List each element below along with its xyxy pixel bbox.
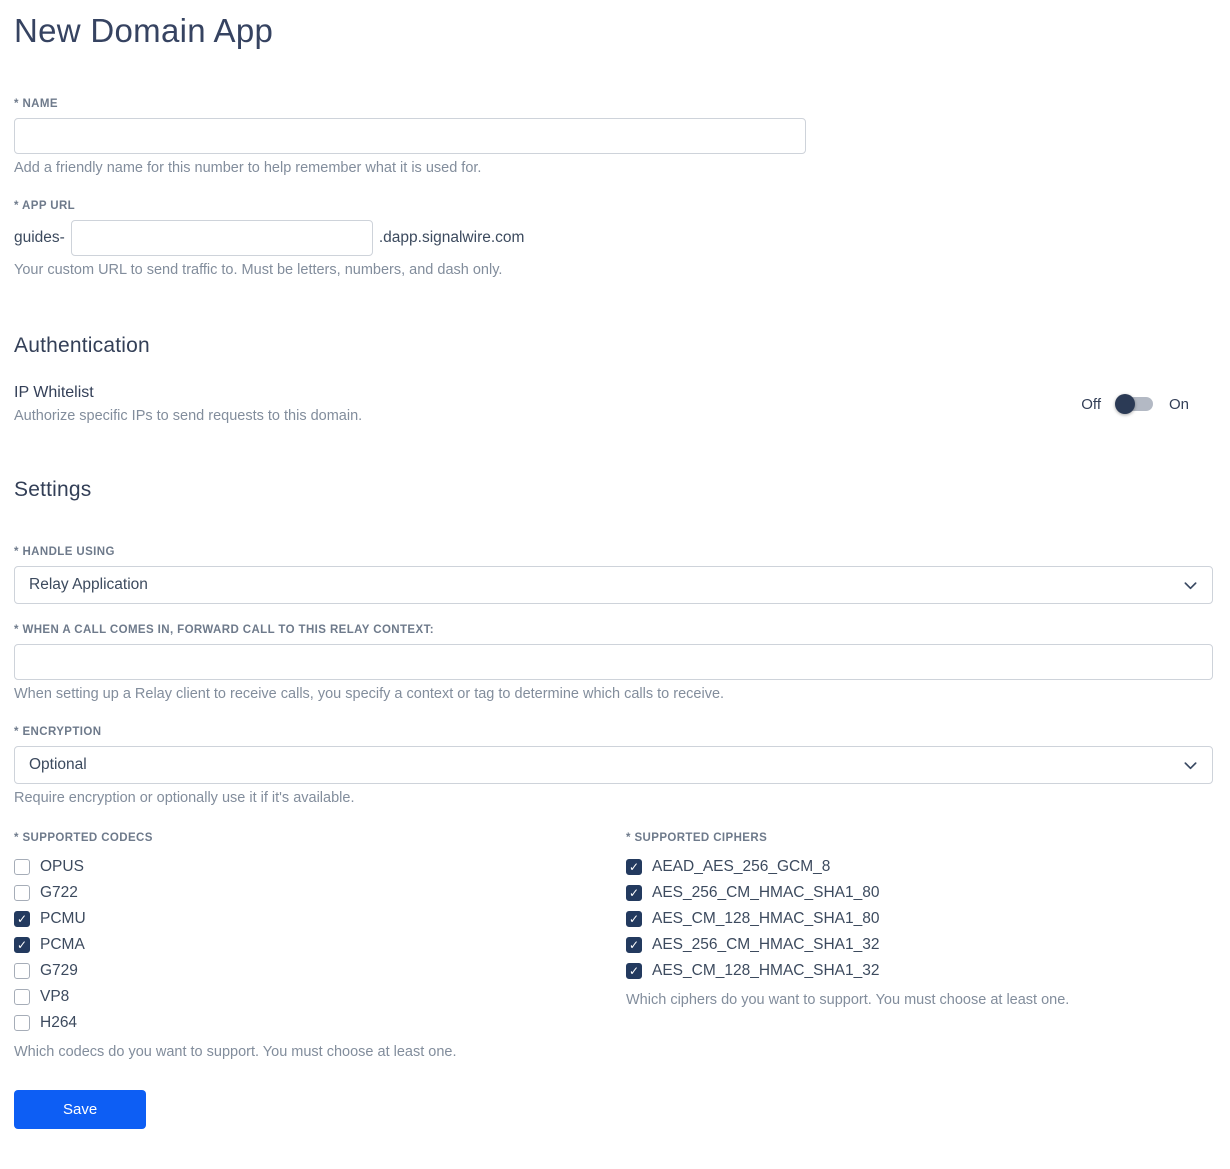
handle-using-field-group: * HANDLE USING Relay Application <box>14 546 1213 604</box>
chevron-down-icon <box>1183 758 1198 773</box>
supported-codecs-label: * SUPPORTED CODECS <box>14 832 153 844</box>
ip-whitelist-label: IP Whitelist <box>14 384 94 401</box>
ip-whitelist-toggle[interactable] <box>1114 393 1155 415</box>
ip-whitelist-row: IP Whitelist Authorize specific IPs to s… <box>14 384 1213 424</box>
supported-ciphers-group: * SUPPORTED CIPHERS ✓ AEAD_AES_256_GCM_8 ✓… <box>626 832 1213 1060</box>
cipher-option-label: AEAD_AES_256_GCM_8 <box>652 858 831 875</box>
codec-cipher-columns: * SUPPORTED CODECS OPUS G722 ✓ PCMU ✓ PCMA G72… <box>14 832 1213 1060</box>
ip-whitelist-helper-text: Authorize specific IPs to send requests … <box>14 408 363 424</box>
authentication-heading: Authentication <box>14 334 150 357</box>
name-label: * NAME <box>14 98 58 110</box>
ciphers-helper-text: Which ciphers do you want to support. Yo… <box>626 992 1070 1008</box>
handle-using-select[interactable]: Relay Application <box>14 566 1213 604</box>
name-input[interactable] <box>14 118 806 154</box>
codecs-helper-text: Which codecs do you want to support. You… <box>14 1044 457 1060</box>
cipher-option-label: AES_CM_128_HMAC_SHA1_32 <box>652 962 880 979</box>
app-url-suffix: .dapp.signalwire.com <box>378 229 525 246</box>
codec-option-label: VP8 <box>40 988 70 1005</box>
checkbox-unchecked-icon[interactable] <box>14 1015 30 1031</box>
checkbox-checked-icon[interactable]: ✓ <box>626 911 642 927</box>
codec-option-label: H264 <box>40 1014 78 1031</box>
checkbox-checked-icon[interactable]: ✓ <box>14 911 30 927</box>
app-url-label: * APP URL <box>14 200 76 212</box>
cipher-option-label: AES_256_CM_HMAC_SHA1_32 <box>652 936 880 953</box>
app-url-input[interactable] <box>70 220 373 256</box>
cipher-option-label: AES_CM_128_HMAC_SHA1_80 <box>652 910 880 927</box>
checkbox-checked-icon[interactable]: ✓ <box>626 963 642 979</box>
toggle-off-label: Off <box>1081 395 1101 413</box>
chevron-down-icon <box>1183 578 1198 593</box>
codec-option[interactable]: G722 <box>14 880 626 906</box>
app-url-helper-text: Your custom URL to send traffic to. Must… <box>14 262 503 278</box>
checkbox-unchecked-icon[interactable] <box>14 885 30 901</box>
encryption-select[interactable]: Optional <box>14 746 1213 784</box>
codec-list: OPUS G722 ✓ PCMU ✓ PCMA G729 VP8 H264 <box>14 854 626 1036</box>
cipher-option-label: AES_256_CM_HMAC_SHA1_80 <box>652 884 880 901</box>
encryption-field-group: * ENCRYPTION Optional Require encryption… <box>14 726 1213 806</box>
cipher-option[interactable]: ✓ AEAD_AES_256_GCM_8 <box>626 854 1213 880</box>
supported-codecs-group: * SUPPORTED CODECS OPUS G722 ✓ PCMU ✓ PCMA G72… <box>14 832 626 1060</box>
encryption-helper-text: Require encryption or optionally use it … <box>14 790 355 806</box>
toggle-knob-icon <box>1114 394 1135 414</box>
codec-option[interactable]: ✓ PCMU <box>14 906 626 932</box>
handle-using-label: * HANDLE USING <box>14 546 115 558</box>
checkbox-unchecked-icon[interactable] <box>14 859 30 875</box>
relay-context-label: * WHEN A CALL COMES IN, FORWARD CALL TO … <box>14 624 434 636</box>
codec-option-label: G729 <box>40 962 78 979</box>
toggle-on-label: On <box>1168 395 1189 413</box>
settings-heading: Settings <box>14 478 92 501</box>
cipher-list: ✓ AEAD_AES_256_GCM_8 ✓ AES_256_CM_HMAC_SHA1… <box>626 854 1213 984</box>
codec-option[interactable]: G729 <box>14 958 626 984</box>
handle-using-selected-value: Relay Application <box>29 576 148 593</box>
app-url-field-group: * APP URL guides- .dapp.signalwire.com Y… <box>14 200 1213 278</box>
relay-context-field-group: * WHEN A CALL COMES IN, FORWARD CALL TO … <box>14 624 1213 702</box>
codec-option-label: G722 <box>40 884 78 901</box>
checkbox-checked-icon[interactable]: ✓ <box>626 859 642 875</box>
codec-option[interactable]: VP8 <box>14 984 626 1010</box>
name-helper-text: Add a friendly name for this number to h… <box>14 160 482 176</box>
checkbox-checked-icon[interactable]: ✓ <box>626 885 642 901</box>
new-domain-app-page: New Domain App * NAME Add a friendly nam… <box>0 0 1230 1169</box>
codec-option[interactable]: H264 <box>14 1010 626 1036</box>
codec-option-label: OPUS <box>40 858 84 875</box>
encryption-selected-value: Optional <box>29 756 87 773</box>
codec-option-label: PCMA <box>40 936 85 953</box>
cipher-option[interactable]: ✓ AES_256_CM_HMAC_SHA1_32 <box>626 932 1213 958</box>
codec-option-label: PCMU <box>40 910 86 927</box>
save-button[interactable]: Save <box>14 1090 147 1129</box>
page-title: New Domain App <box>14 12 274 49</box>
cipher-option[interactable]: ✓ AES_256_CM_HMAC_SHA1_80 <box>626 880 1213 906</box>
checkbox-unchecked-icon[interactable] <box>14 963 30 979</box>
app-url-row: guides- .dapp.signalwire.com <box>14 220 1213 256</box>
checkbox-checked-icon[interactable]: ✓ <box>14 937 30 953</box>
checkbox-unchecked-icon[interactable] <box>14 989 30 1005</box>
cipher-option[interactable]: ✓ AES_CM_128_HMAC_SHA1_32 <box>626 958 1213 984</box>
ip-whitelist-toggle-group: Off On <box>1081 393 1213 415</box>
relay-context-helper-text: When setting up a Relay client to receiv… <box>14 686 725 702</box>
ip-whitelist-text: IP Whitelist Authorize specific IPs to s… <box>14 384 362 424</box>
name-field-group: * NAME Add a friendly name for this numb… <box>14 98 1213 176</box>
codec-option[interactable]: OPUS <box>14 854 626 880</box>
encryption-label: * ENCRYPTION <box>14 726 102 738</box>
relay-context-input[interactable] <box>14 644 1213 680</box>
checkbox-checked-icon[interactable]: ✓ <box>626 937 642 953</box>
supported-ciphers-label: * SUPPORTED CIPHERS <box>626 832 768 844</box>
app-url-prefix: guides- <box>14 229 65 246</box>
codec-option[interactable]: ✓ PCMA <box>14 932 626 958</box>
cipher-option[interactable]: ✓ AES_CM_128_HMAC_SHA1_80 <box>626 906 1213 932</box>
